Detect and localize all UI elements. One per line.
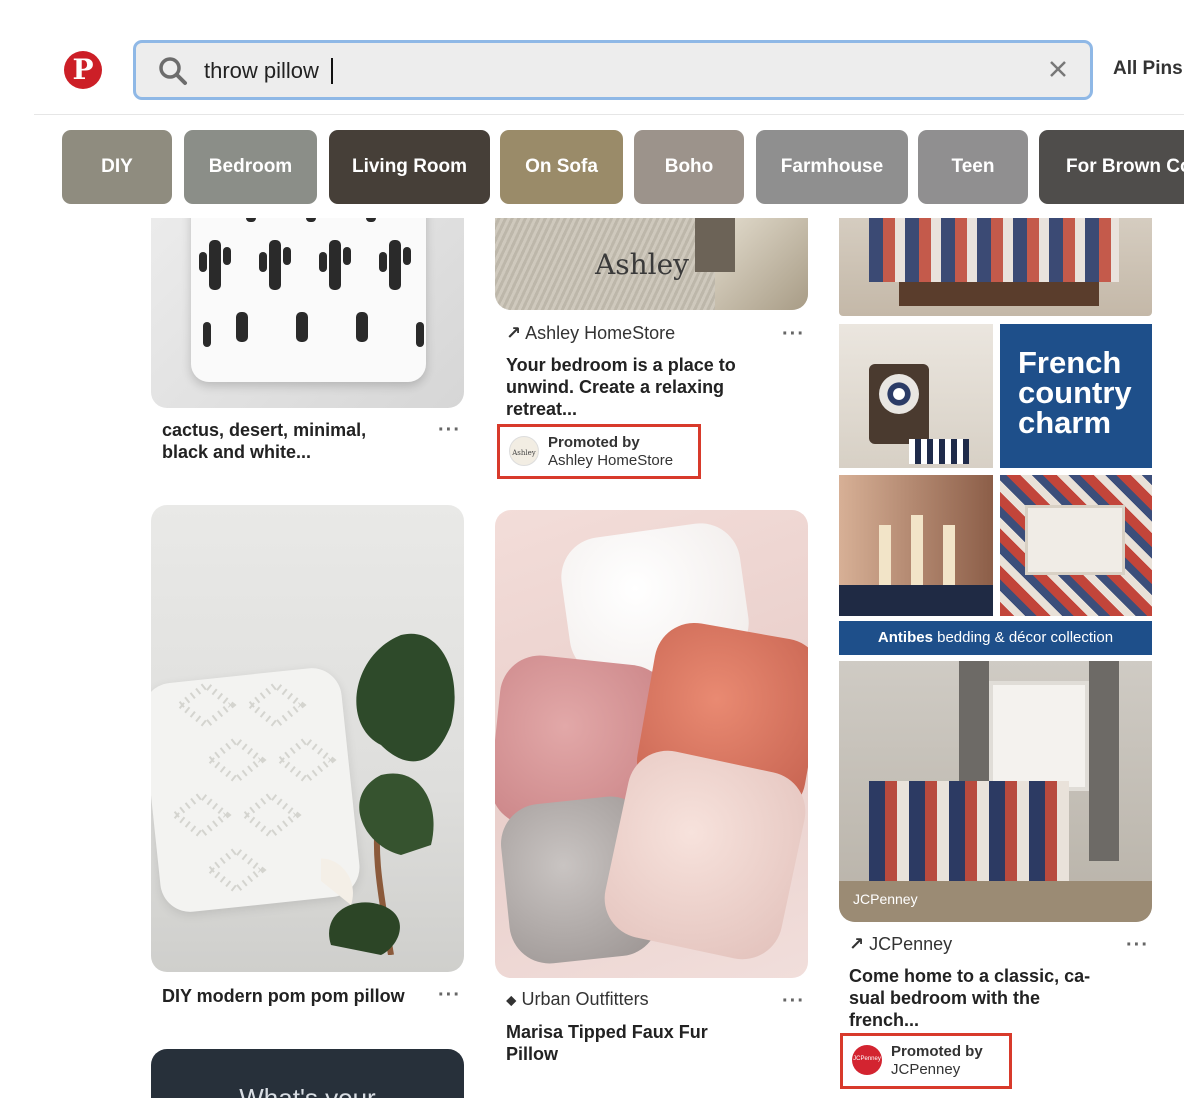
tag-icon: ⬥ [506,992,517,1009]
ashley-furniture-leg [695,218,735,272]
bed-frame [899,282,1099,306]
pin-title-pompom[interactable]: DIY modern pom pom pillow [162,985,432,1007]
blush-fur-pillow [597,743,808,967]
french-country-charm-tile: French country charm [1000,324,1152,468]
promoted-by-ashley[interactable]: Ashley Promoted by Ashley HomeStore [497,424,701,479]
outbound-arrow-icon: ↗ [506,323,522,343]
jcp-watermark: JCPenney [853,891,918,907]
search-icon [159,57,187,85]
ashley-rug-image[interactable]: Ashley [495,218,808,310]
promoted-by-label: Promoted by [891,1043,983,1060]
pin-source-ashley[interactable]: ↗ Ashley HomeStore [506,323,675,344]
question-card-text: What's your [239,1083,376,1098]
tray [1025,505,1125,575]
text-caret [331,58,333,84]
candle-2 [911,515,923,585]
outbound-arrow-icon: ↗ [849,934,865,954]
question-card[interactable]: What's your [151,1049,464,1098]
chip-label: Bedroom [208,156,293,177]
more-options-icon[interactable]: ··· [438,420,461,440]
chip-for-brown-couch[interactable]: For Brown Co [1039,130,1184,204]
candle-1 [879,525,891,585]
candle-table [839,585,993,616]
clear-search-icon[interactable] [1046,57,1070,81]
chip-label: DIY [101,156,133,177]
jcp-bed-top-image[interactable] [839,218,1152,316]
search-guide-chips: DIY Bedroom Living Room On Sofa Boho Far… [62,130,1184,204]
more-options-icon[interactable]: ··· [782,991,805,1011]
promoted-by-jcp[interactable]: JCPenney Promoted by JCPenney [840,1033,1012,1089]
source-label: Urban Outfitters [521,989,649,1009]
antibes-banner[interactable]: Antibes bedding & décor collection [839,621,1152,655]
chip-living-room[interactable]: Living Room [329,130,490,204]
avatar-text: JCPenney [853,1056,881,1062]
bed-quilt [869,781,1069,881]
pinterest-logo-letter: P [72,53,94,86]
cactus-pattern [199,218,424,347]
ashley-watermark: Ashley [595,248,689,281]
pin-title-cactus[interactable]: cactus, desert, minimal, black and white… [162,419,412,463]
pin-feed: cactus, desert, minimal, black and white… [0,218,1200,1098]
monstera-plant [321,633,455,955]
pinterest-logo[interactable]: P [64,51,102,89]
ashley-avatar: Ashley [509,436,539,466]
banner-bold-text: Antibes [877,629,933,646]
chip-label: For Brown Co [1066,156,1184,177]
chip-on-sofa[interactable]: On Sofa [500,130,623,204]
pin-title-faux-fur[interactable]: Marisa Tipped Faux Fur Pillow [506,1021,746,1065]
window [989,681,1089,791]
chip-bedroom[interactable]: Bedroom [184,130,317,204]
jcp-avatar: JCPenney [852,1045,882,1075]
chip-boho[interactable]: Boho [634,130,744,204]
french-quilt [869,218,1119,282]
more-options-icon[interactable]: ··· [438,985,461,1005]
more-options-icon[interactable]: ··· [782,324,805,344]
chip-label: Living Room [351,156,468,177]
curtain-right [1089,661,1119,861]
pompom-pillow-image[interactable] [151,505,464,972]
chip-diy[interactable]: DIY [62,130,172,204]
jcp-collage[interactable]: French country charm [839,324,1152,616]
chip-label: Farmhouse [780,156,884,177]
banner-text: bedding & décor collection [937,629,1114,646]
promoted-by-label: Promoted by [548,434,640,451]
more-options-icon[interactable]: ··· [1126,935,1149,955]
all-pins-filter[interactable]: All Pins [1113,58,1183,80]
faux-fur-pillows-image[interactable] [495,510,808,978]
pin-source-urban[interactable]: ⬥ Urban Outfitters [506,989,649,1010]
chip-teen[interactable]: Teen [918,130,1028,204]
chip-label: On Sofa [525,156,598,177]
source-label: Ashley HomeStore [525,323,676,343]
promoter-name: JCPenney [891,1061,961,1078]
chip-label: Boho [664,156,714,177]
chip-farmhouse[interactable]: Farmhouse [756,130,908,204]
avatar-text: Ashley [512,449,536,457]
collage-candles-photo [839,475,993,616]
collage-tray-photo [1000,475,1152,616]
cactus-pillow-image[interactable] [151,218,464,408]
promoter-name: Ashley HomeStore [548,452,674,469]
pin-source-jcp[interactable]: ↗ JCPenney [849,934,952,955]
collage-headline: French country charm [1018,345,1132,440]
pin-title-ashley[interactable]: Your bedroom is a place to unwind. Creat… [506,354,766,420]
triangle-pillow [909,439,969,464]
jcp-bedroom-image[interactable]: JCPenney [839,661,1152,922]
collage-chair-photo [839,324,993,468]
candle-3 [943,525,955,585]
pin-title-jcp[interactable]: Come home to a classic, ca-sual bedroom … [849,965,1109,1031]
medallion-pillow [879,374,919,414]
search-bar[interactable] [133,40,1093,100]
search-input[interactable] [204,55,1024,87]
chip-label: Teen [951,156,995,177]
source-label: JCPenney [869,934,953,954]
header-divider [34,114,1184,115]
